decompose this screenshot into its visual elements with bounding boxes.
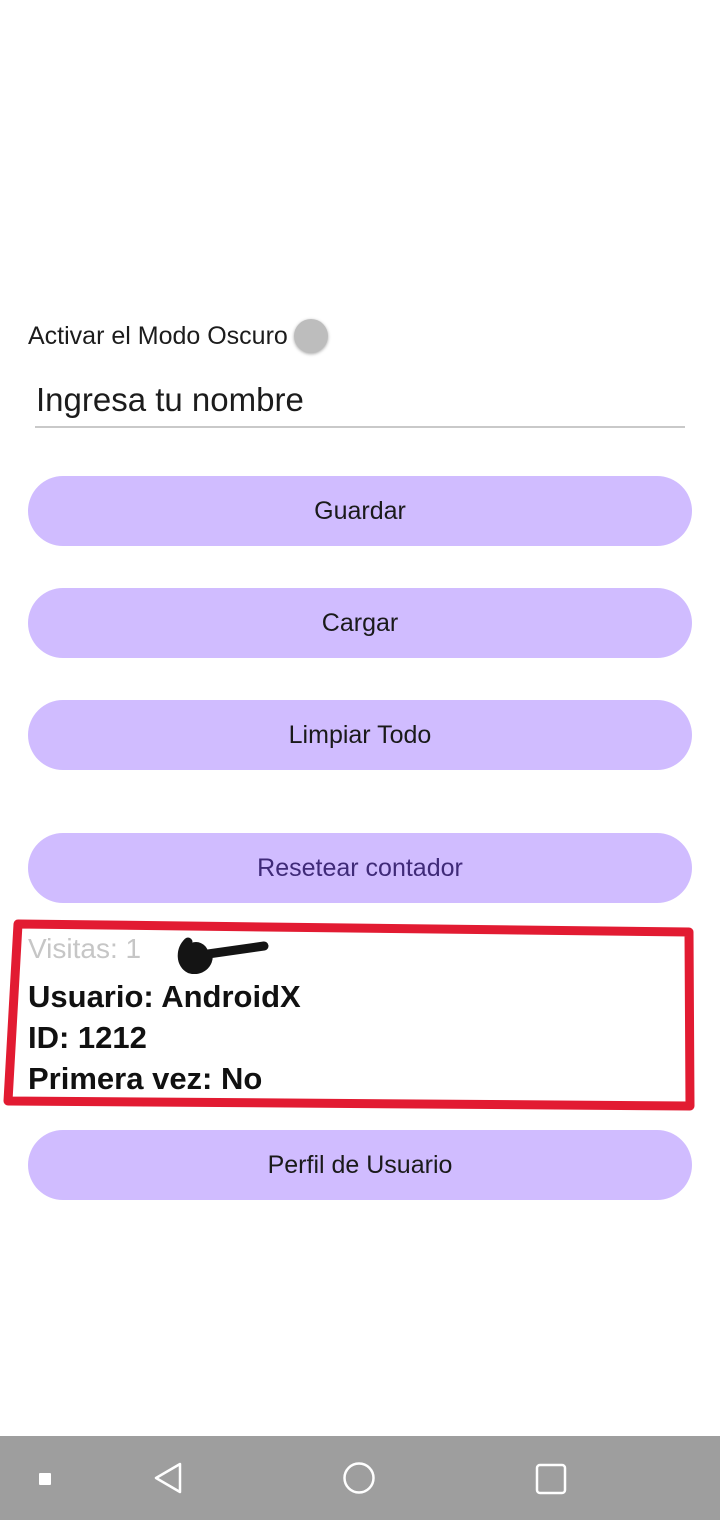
hand-drawn-arrow-icon (177, 937, 269, 974)
load-button[interactable]: Cargar (28, 588, 692, 658)
overview-square-icon[interactable] (534, 1462, 568, 1496)
dark-mode-switch[interactable] (293, 319, 328, 353)
back-triangle-icon[interactable] (150, 1460, 186, 1496)
save-button[interactable]: Guardar (28, 476, 692, 546)
user-name-line: Usuario: AndroidX (28, 979, 301, 1014)
name-input[interactable] (35, 374, 685, 428)
reset-counter-button[interactable]: Resetear contador (28, 833, 692, 903)
user-profile-button[interactable]: Perfil de Usuario (28, 1130, 692, 1200)
recents-square-icon[interactable] (38, 1472, 52, 1486)
first-time-line: Primera vez: No (28, 1061, 263, 1096)
home-circle-icon[interactable] (342, 1461, 376, 1495)
app-screen: Activar el Modo Oscuro Guardar Cargar Li… (0, 0, 720, 1520)
dark-mode-row[interactable]: Activar el Modo Oscuro (28, 316, 328, 356)
visits-counter: Visitas: 1 (28, 933, 142, 964)
system-navigation-bar (0, 1436, 720, 1520)
clear-all-button[interactable]: Limpiar Todo (28, 700, 692, 770)
dark-mode-label: Activar el Modo Oscuro (28, 321, 288, 350)
user-id-line: ID: 1212 (28, 1020, 147, 1055)
